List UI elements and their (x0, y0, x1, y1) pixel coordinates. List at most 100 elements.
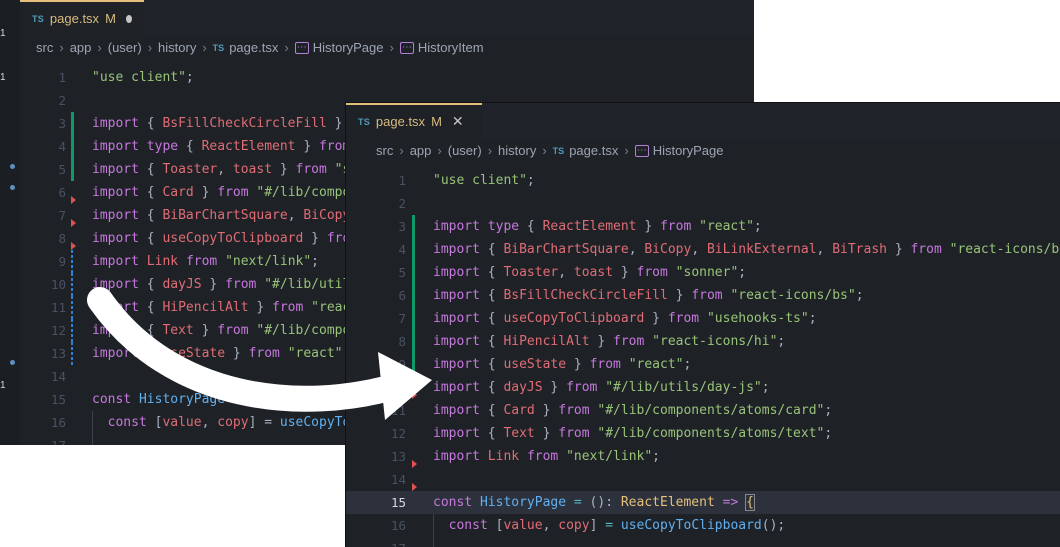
code-line[interactable]: 8 import { HiPencilAlt } from "react-icon… (346, 330, 1060, 353)
breadcrumb-item[interactable]: (user) (108, 40, 142, 55)
code-line[interactable]: 6 import { BsFillCheckCircleFill } from "… (346, 284, 1060, 307)
code-text: import { HiPencilAlt } from "reac (92, 300, 351, 315)
symbol-icon: ⋯ (399, 41, 414, 54)
git-gutter-marker[interactable] (71, 158, 74, 181)
code-line[interactable]: 11 import { Card } from "#/lib/components… (346, 399, 1060, 422)
breadcrumb-symbol[interactable]: ⋯ HistoryPage (634, 143, 724, 158)
breadcrumb-item[interactable]: history (158, 40, 196, 55)
code-line[interactable]: 14 (346, 468, 1060, 491)
code-line[interactable]: 15 const HistoryPage = (): ReactElement =… (346, 491, 1060, 514)
line-number: 8 (58, 231, 66, 246)
code-text: import { Card } from "#/lib/compo (92, 185, 351, 200)
breadcrumb-symbol[interactable]: ⋯ HistoryItem (399, 40, 484, 55)
typescript-icon: TS (32, 13, 44, 24)
git-gutter-marker[interactable] (71, 319, 73, 342)
git-gutter-marker[interactable] (71, 296, 73, 319)
code-text: import { useCopyToClipboard } fro (92, 231, 351, 246)
code-text: import { Text } from "#/lib/compo (92, 323, 351, 338)
line-number: 3 (398, 219, 406, 234)
git-gutter-marker[interactable] (412, 460, 417, 468)
git-gutter-marker[interactable] (412, 238, 415, 261)
code-text: import { useCopyToClipboard } from "useh… (433, 311, 817, 326)
line-number: 17 (34, 434, 66, 445)
unsaved-dot-icon[interactable] (125, 14, 132, 23)
breadcrumb-file[interactable]: TS page.tsx (213, 40, 279, 55)
code-line[interactable]: 5 import { Toaster, toast } from "sonner"… (346, 261, 1060, 284)
git-gutter-marker[interactable] (71, 273, 73, 296)
line-number: 14 (50, 369, 66, 384)
line-number: 6 (58, 185, 66, 200)
code-line[interactable]: 2 (346, 192, 1060, 215)
close-icon[interactable]: ✕ (452, 113, 464, 130)
line-number: 14 (390, 472, 406, 487)
code-line[interactable]: 12 import { Text } from "#/lib/components… (346, 422, 1060, 445)
git-gutter-marker[interactable] (71, 135, 74, 158)
line-number: 2 (398, 196, 406, 211)
git-gutter-marker[interactable] (71, 342, 73, 365)
code-line[interactable]: 3 import type { ReactElement } from "reac… (346, 215, 1060, 238)
code-line[interactable]: 9 import { useState } from "react"; (346, 353, 1060, 376)
code-text: import { BsFillCheckCircleFill } from "r… (433, 288, 864, 303)
line-number: 4 (398, 242, 406, 257)
code-text: import type { ReactElement } from (92, 139, 351, 154)
git-gutter-marker[interactable] (412, 215, 415, 238)
breadcrumb-file[interactable]: TS page.tsx (553, 143, 619, 158)
code-area[interactable]: 1 "use client"; 2 3 import type { ReactEleme… (346, 169, 1060, 547)
git-gutter-marker[interactable] (412, 261, 415, 284)
line-number: 12 (390, 426, 406, 441)
tab-filename: page.tsx (49, 11, 100, 26)
code-text: import { BiBarChartSquare, BiCopy (92, 208, 351, 223)
symbol-icon: ⋯ (294, 41, 309, 54)
git-gutter-marker[interactable] (412, 330, 415, 353)
code-text: import { dayJS } from "#/lib/utils/day-j… (433, 380, 770, 395)
indent-guide (433, 537, 434, 547)
code-text: const HistoryPage = (): ReactElement => … (433, 494, 755, 511)
code-line[interactable]: 7 import { useCopyToClipboard } from "use… (346, 307, 1060, 330)
breadcrumb-label: HistoryPage (652, 143, 724, 158)
breadcrumb-item[interactable]: src (36, 40, 53, 55)
line-number: 1 (58, 70, 66, 85)
git-gutter-marker[interactable] (412, 353, 415, 376)
activity-indicator: 1 (0, 28, 6, 39)
git-gutter-marker[interactable] (71, 250, 73, 273)
breadcrumb-item[interactable]: app (410, 143, 432, 158)
line-number: 10 (50, 277, 66, 292)
modified-indicator: M (431, 114, 442, 129)
code-line[interactable]: 16 const [value, copy] = useCopyToClipbo… (346, 514, 1060, 537)
git-gutter-marker[interactable] (71, 196, 76, 204)
code-text: import { dayJS } from "#/lib/util (92, 277, 351, 292)
git-gutter-marker[interactable] (412, 391, 417, 399)
line-number: 8 (398, 334, 406, 349)
code-text: import { Toaster, toast } from "sonner"; (433, 265, 747, 280)
code-text: import { Card } from "#/lib/components/a… (433, 403, 833, 418)
tab-page-tsx[interactable]: TS page.tsx M (20, 0, 144, 35)
line-number: 15 (390, 495, 406, 510)
breadcrumb-symbol[interactable]: ⋯ HistoryPage (294, 40, 384, 55)
breadcrumb-item[interactable]: (user) (448, 143, 482, 158)
code-line[interactable]: 1 "use client"; (346, 169, 1060, 192)
breadcrumb-item[interactable]: src (376, 143, 393, 158)
git-gutter-marker[interactable] (412, 307, 415, 330)
code-text: import { Toaster, toast } from "s (92, 162, 351, 177)
breadcrumb-item[interactable]: history (498, 143, 536, 158)
breadcrumb: src › app › (user) › history › TS page.tsx › ⋯… (376, 143, 724, 158)
git-gutter-marker[interactable] (71, 219, 76, 227)
code-text: import { useState } from "react"; (92, 346, 350, 361)
tab-bar: TS page.tsx M ✕ (346, 103, 1060, 138)
breadcrumb-item[interactable]: app (70, 40, 92, 55)
code-line[interactable]: 10 import { dayJS } from "#/lib/utils/day… (346, 376, 1060, 399)
code-line[interactable]: 4 import { BiBarChartSquare, BiCopy, BiLi… (346, 238, 1060, 261)
code-line[interactable]: 1 "use client"; (0, 66, 754, 89)
tab-page-tsx[interactable]: TS page.tsx M ✕ (346, 103, 482, 138)
breadcrumb: src › app › (user) › history › TS page.tsx › ⋯… (36, 40, 484, 55)
typescript-icon: TS (552, 145, 565, 156)
git-gutter-marker[interactable] (412, 483, 417, 491)
line-number: 16 (50, 415, 66, 430)
git-gutter-marker[interactable] (71, 112, 74, 135)
code-line[interactable]: 13 import Link from "next/link"; (346, 445, 1060, 468)
git-gutter-marker[interactable] (71, 242, 76, 250)
line-number: 13 (50, 346, 66, 361)
code-line[interactable]: 17 (346, 537, 1060, 547)
git-gutter-marker[interactable] (412, 284, 415, 307)
breadcrumb-label: page.tsx (569, 143, 619, 158)
